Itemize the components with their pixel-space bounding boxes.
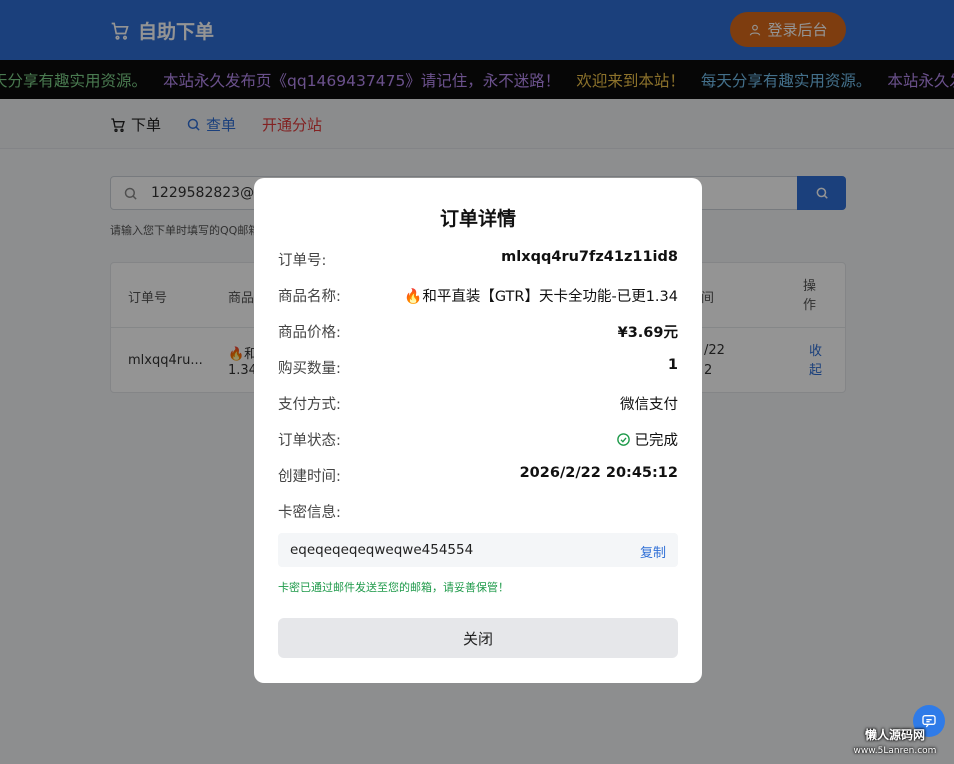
field-order-status: 订单状态: 已完成 bbox=[278, 426, 678, 450]
field-value: 2026/2/22 20:45:12 bbox=[519, 465, 678, 481]
field-label: 订单状态: bbox=[278, 433, 341, 449]
field-value: 1 bbox=[667, 357, 678, 373]
copy-button[interactable]: 复制 bbox=[640, 542, 666, 561]
field-label: 商品名称: bbox=[278, 289, 341, 305]
field-label: 卡密信息: bbox=[278, 505, 341, 521]
status-text: 已完成 bbox=[634, 433, 679, 449]
field-label: 支付方式: bbox=[278, 397, 341, 413]
check-circle-icon bbox=[616, 433, 630, 446]
order-detail-dialog: 订单详情 订单号: mlxqq4ru7fz41z11id8 商品名称: 🔥和平直… bbox=[254, 178, 702, 683]
field-label: 订单号: bbox=[278, 253, 327, 269]
close-button[interactable]: 关闭 bbox=[278, 618, 678, 658]
field-card-info: 卡密信息: bbox=[278, 498, 678, 522]
field-label: 创建时间: bbox=[278, 469, 341, 485]
field-price: 商品价格: ¥3.69元 bbox=[278, 318, 678, 342]
watermark-title: 懒人源码网 bbox=[864, 728, 925, 742]
field-label: 商品价格: bbox=[278, 325, 341, 341]
watermark-url: www.5Lanren.com bbox=[853, 746, 937, 756]
watermark: 懒人源码网 www.5Lanren.com bbox=[840, 727, 950, 761]
dialog-title: 订单详情 bbox=[439, 208, 516, 230]
field-value: ¥3.69元 bbox=[617, 325, 678, 341]
field-value: mlxqq4ru7fz41z11id8 bbox=[501, 249, 678, 265]
field-created-time: 创建时间: 2026/2/22 20:45:12 bbox=[278, 462, 678, 486]
field-payment-method: 支付方式: 微信支付 bbox=[278, 390, 678, 414]
email-sent-note: 卡密已通过邮件发送至您的邮箱，请妥善保管！ bbox=[278, 581, 509, 594]
field-product-name: 商品名称: 🔥和平直装【GTR】天卡全功能-已更1.34 bbox=[278, 282, 678, 306]
field-order-no: 订单号: mlxqq4ru7fz41z11id8 bbox=[278, 246, 678, 270]
card-secret-value[interactable]: eqeqeqeqeqweqwe454554 bbox=[290, 542, 473, 558]
field-quantity: 购买数量: 1 bbox=[278, 354, 678, 378]
status-value: 已完成 bbox=[616, 429, 679, 450]
card-secret-box: eqeqeqeqeqweqwe454554 复制 bbox=[278, 533, 678, 567]
field-label: 购买数量: bbox=[278, 361, 341, 377]
field-value: 🔥和平直装【GTR】天卡全功能-已更1.34 bbox=[404, 289, 678, 305]
field-value: 微信支付 bbox=[620, 397, 678, 413]
